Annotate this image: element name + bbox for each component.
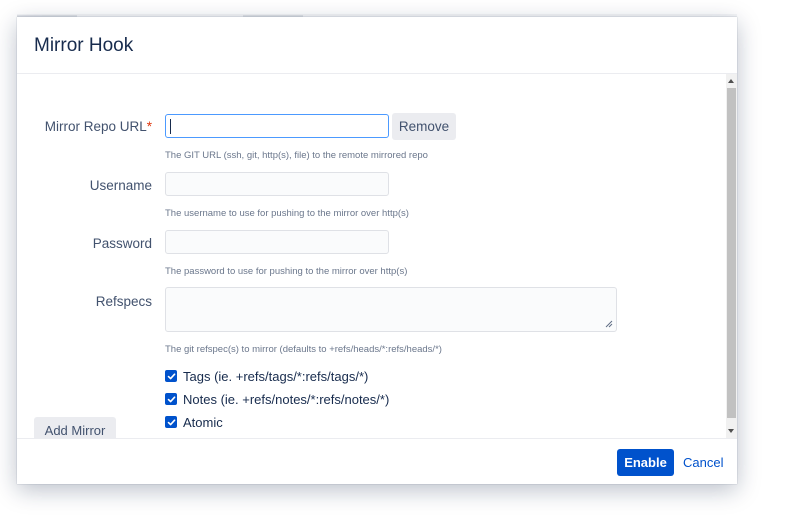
scroll-up-icon[interactable] xyxy=(728,79,734,83)
add-mirror-button[interactable]: Add Mirror xyxy=(34,417,116,438)
scroll-down-icon[interactable] xyxy=(728,429,734,433)
tags-checkbox-row[interactable]: Tags (ie. +refs/tags/*:refs/tags/*) xyxy=(165,367,368,385)
text-caret xyxy=(170,119,171,134)
refspecs-textarea[interactable] xyxy=(165,287,617,332)
dialog-footer: Enable Cancel xyxy=(17,438,737,484)
refspecs-label: Refspecs xyxy=(95,294,152,309)
checkbox-checked-icon[interactable] xyxy=(165,416,177,428)
refspecs-description: The git refspec(s) to mirror (defaults t… xyxy=(165,344,442,355)
notes-checkbox-row[interactable]: Notes (ie. +refs/notes/*:refs/notes/*) xyxy=(165,390,389,408)
dialog-body: Mirror Repo URL* Remove The GIT URL (ssh… xyxy=(17,74,737,438)
atomic-checkbox-label: Atomic xyxy=(183,414,223,430)
password-input[interactable] xyxy=(165,230,389,254)
cancel-link[interactable]: Cancel xyxy=(683,449,723,476)
dialog-scrollbar[interactable] xyxy=(726,74,737,438)
atomic-checkbox-row[interactable]: Atomic xyxy=(165,413,223,431)
username-label: Username xyxy=(89,178,152,193)
scrollbar-thumb[interactable] xyxy=(727,88,736,418)
mirror-hook-dialog: Mirror Hook Mirror Repo URL* Remove The … xyxy=(17,17,737,484)
mirror-url-description: The GIT URL (ssh, git, http(s), file) to… xyxy=(165,150,428,161)
mirror-url-label: Mirror Repo URL* xyxy=(17,119,152,134)
checkbox-checked-icon[interactable] xyxy=(165,370,177,382)
dialog-header: Mirror Hook xyxy=(17,17,737,74)
remove-button[interactable]: Remove xyxy=(392,113,456,140)
mirror-url-label-text: Mirror Repo URL xyxy=(44,119,147,134)
tags-checkbox-label: Tags (ie. +refs/tags/*:refs/tags/*) xyxy=(183,368,369,384)
password-label: Password xyxy=(92,236,152,251)
enable-button[interactable]: Enable xyxy=(617,449,674,476)
username-input[interactable] xyxy=(165,172,389,196)
dialog-title: Mirror Hook xyxy=(34,35,134,56)
required-mark: * xyxy=(146,119,152,134)
password-description: The password to use for pushing to the m… xyxy=(165,266,408,277)
resize-grip-icon[interactable] xyxy=(605,320,613,328)
mirror-url-input[interactable] xyxy=(165,114,389,138)
notes-checkbox-label: Notes (ie. +refs/notes/*:refs/notes/*) xyxy=(183,391,390,407)
username-description: The username to use for pushing to the m… xyxy=(165,208,409,219)
checkbox-checked-icon[interactable] xyxy=(165,393,177,405)
